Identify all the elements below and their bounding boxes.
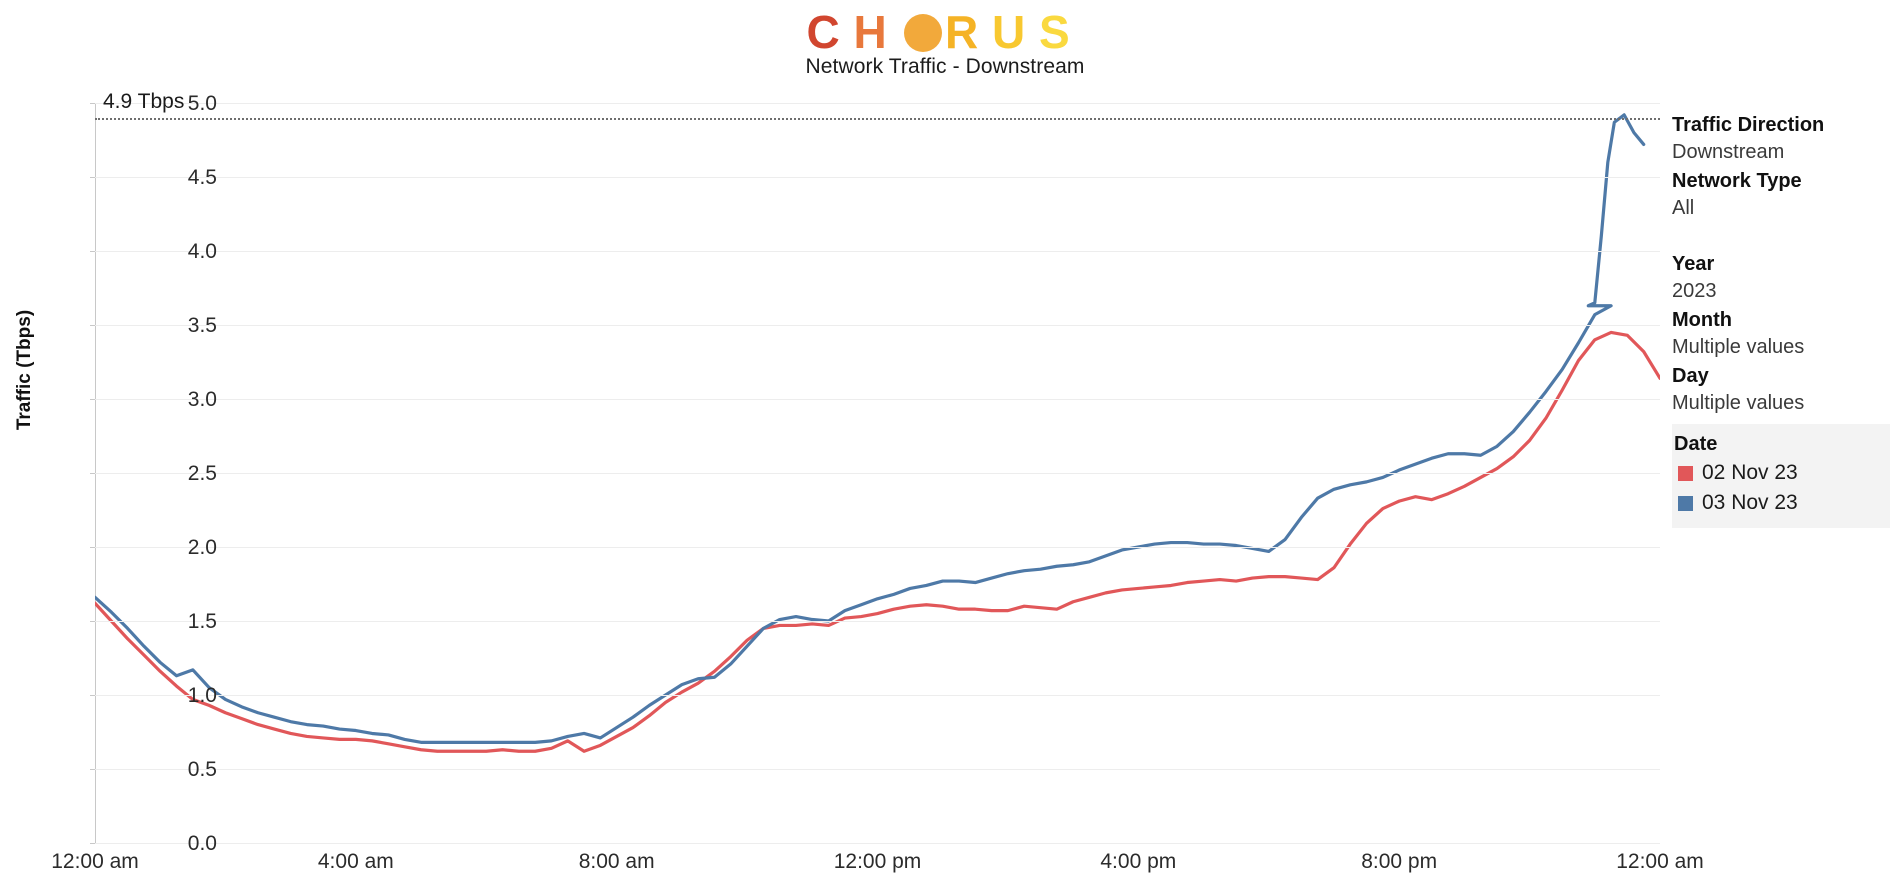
filter-value[interactable]: All — [1672, 195, 1890, 222]
filter-group: Traffic Direction Downstream — [1672, 112, 1890, 166]
filter-group: Day Multiple values — [1672, 363, 1890, 417]
filter-group: Month Multiple values — [1672, 307, 1890, 361]
chorus-logo: CH RUS — [0, 6, 1890, 58]
line-chart — [90, 103, 1660, 844]
gridline — [95, 769, 1660, 770]
filter-spacer — [1672, 224, 1890, 251]
filter-label: Year — [1672, 253, 1715, 275]
x-axis-label: 12:00 pm — [833, 850, 922, 873]
filter-panel: Traffic Direction Downstream Network Type A… — [1672, 112, 1890, 419]
gridline — [95, 843, 1660, 844]
filter-value[interactable]: Multiple values — [1672, 334, 1890, 361]
filter-value[interactable]: Multiple values — [1672, 390, 1890, 417]
x-axis-label: 8:00 pm — [1361, 850, 1438, 873]
legend-item[interactable]: 03 Nov 23 — [1672, 488, 1890, 518]
y-axis-tick — [90, 547, 95, 548]
x-axis-label: 4:00 pm — [1100, 850, 1177, 873]
gridline — [95, 251, 1660, 252]
y-axis-label: 3.5 — [187, 314, 217, 337]
x-axis-label: 12:00 am — [51, 850, 139, 873]
y-axis-tick — [90, 843, 95, 844]
legend-swatch-icon — [1678, 495, 1693, 511]
legend-items: 02 Nov 23 03 Nov 23 — [1672, 458, 1890, 518]
reference-line — [95, 117, 1660, 120]
gridline — [95, 103, 1660, 104]
y-axis-tick — [90, 695, 95, 696]
y-axis-label: 2.0 — [187, 536, 217, 559]
series-line — [95, 330, 1660, 753]
gridline — [95, 473, 1660, 474]
legend-title: Date — [1674, 433, 1718, 455]
legend-label: 03 Nov 23 — [1702, 491, 1798, 514]
logo-letter: S — [1039, 6, 1084, 58]
legend-label: 02 Nov 23 — [1702, 461, 1798, 484]
gridline — [95, 325, 1660, 326]
gridline — [95, 177, 1660, 178]
y-axis-tick — [90, 769, 95, 770]
y-axis-label: 2.5 — [187, 462, 217, 485]
logo-letter: C — [806, 6, 854, 58]
y-axis-label: 4.0 — [187, 240, 217, 263]
y-axis-tick — [90, 399, 95, 400]
filter-label: Traffic Direction — [1672, 114, 1825, 136]
y-axis-label: 4.5 — [187, 166, 217, 189]
x-axis-label: 12:00 am — [1616, 850, 1704, 873]
series-line — [95, 113, 1646, 744]
x-axis-label: 8:00 am — [578, 850, 655, 873]
y-axis-tick — [90, 177, 95, 178]
legend-swatch-icon — [1678, 465, 1693, 481]
filter-label: Network Type — [1672, 170, 1802, 192]
y-axis-label: 1.5 — [187, 610, 217, 633]
legend-item[interactable]: 02 Nov 23 — [1672, 458, 1890, 488]
gridline — [95, 547, 1660, 548]
gridline — [95, 399, 1660, 400]
y-axis-tick — [90, 621, 95, 622]
filter-value[interactable]: 2023 — [1672, 278, 1890, 305]
x-axis-label: 4:00 am — [317, 850, 394, 873]
filter-group: Year 2023 — [1672, 251, 1890, 305]
y-axis-label: 1.0 — [187, 684, 217, 707]
y-axis-label: 3.0 — [187, 388, 217, 411]
logo-circle-icon — [903, 14, 942, 52]
logo-letter: U — [992, 6, 1040, 58]
y-axis-title: Traffic (Tbps) — [14, 309, 35, 431]
gridline — [95, 621, 1660, 622]
logo-letter: R — [944, 6, 992, 58]
y-axis-tick — [90, 251, 95, 252]
filter-value[interactable]: Downstream — [1672, 139, 1890, 166]
filter-group: Network Type All — [1672, 168, 1890, 222]
y-axis-tick — [90, 473, 95, 474]
logo-letter: H — [853, 6, 901, 58]
filter-label: Day — [1672, 365, 1709, 387]
y-axis-tick — [90, 103, 95, 104]
gridline — [95, 695, 1660, 696]
page-title: Network Traffic - Downstream — [805, 55, 1085, 78]
app-header: CH RUS Network Traffic - Downstream — [0, 0, 1890, 92]
chart-legend: Date 02 Nov 23 03 Nov 23 — [1672, 424, 1890, 528]
y-axis-tick — [90, 325, 95, 326]
y-axis-label: 0.5 — [187, 758, 217, 781]
y-axis-label: 0.0 — [187, 832, 217, 855]
filter-label: Month — [1672, 309, 1732, 331]
reference-annotation: 4.9 Tbps — [103, 89, 185, 113]
